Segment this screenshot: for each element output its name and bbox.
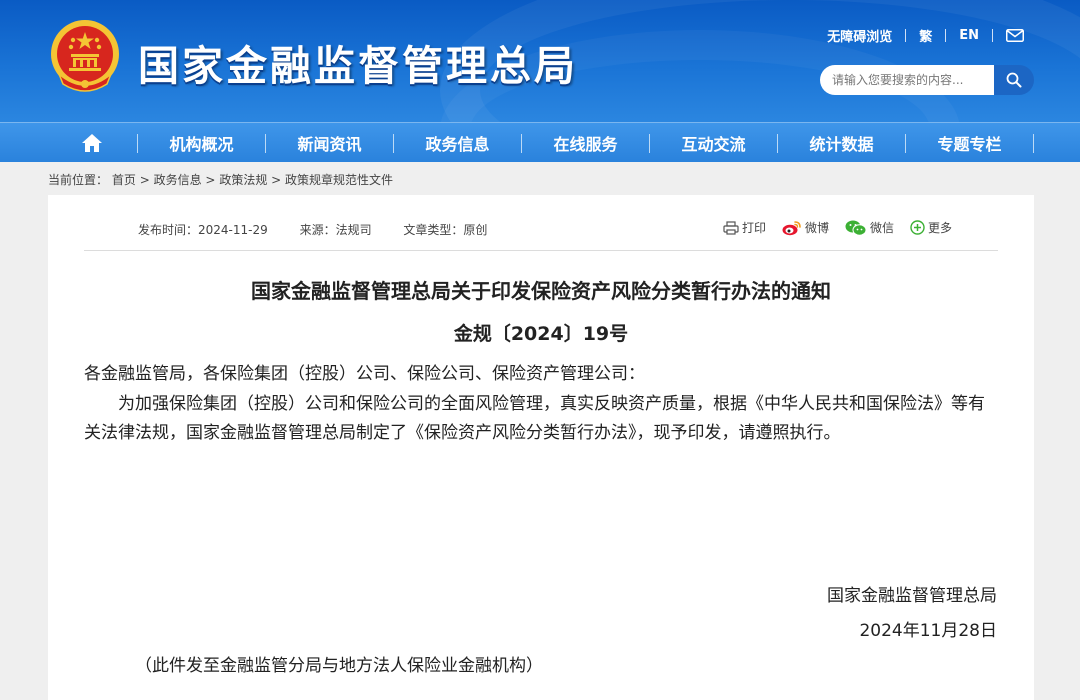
article-type: 文章类型：原创 (403, 223, 488, 237)
breadcrumb-current[interactable]: 政策规章规范性文件 (285, 173, 393, 187)
article-title: 国家金融监督管理总局关于印发保险资产风险分类暂行办法的通知 (251, 279, 831, 303)
divider (905, 28, 907, 42)
nav-item-government-info[interactable]: 政务信息 (394, 123, 521, 163)
more-label: 更多 (927, 221, 952, 235)
search-button[interactable] (994, 65, 1034, 95)
breadcrumb: 当前位置： 首页 > 政务信息 > 政策法规 > 政策规章规范性文件 (48, 171, 393, 188)
nav-divider (1033, 134, 1034, 153)
divider (945, 28, 947, 42)
plus-circle-icon (910, 220, 925, 235)
home-icon (82, 134, 102, 152)
nav-item-organization[interactable]: 机构概况 (138, 123, 265, 163)
signature-date: 2024年11月28日 (859, 621, 997, 641)
article-card: 发布时间：2024-11-29 来源：法规司 文章类型：原创 打印 微博 微信 … (48, 195, 1034, 700)
weibo-icon (782, 220, 801, 235)
nav-item-news[interactable]: 新闻资讯 (266, 123, 393, 163)
breadcrumb-separator: > (139, 173, 150, 187)
printer-icon (723, 220, 739, 235)
breadcrumb-separator: > (271, 173, 282, 187)
site-title[interactable]: 国家金融监督管理总局 (138, 32, 578, 92)
traditional-chinese-link[interactable]: 繁 (919, 26, 932, 45)
mail-icon[interactable] (1006, 28, 1024, 42)
nav-home[interactable] (62, 123, 122, 163)
divider (84, 250, 998, 251)
wechat-label: 微信 (869, 221, 894, 235)
publish-date: 发布时间：2024-11-29 (138, 223, 268, 237)
english-link[interactable]: EN (959, 28, 979, 43)
print-label: 打印 (741, 221, 766, 235)
share-weibo-button[interactable]: 微博 (782, 219, 829, 236)
share-toolbar: 打印 微博 微信 更多 (723, 219, 952, 236)
utility-links: 无障碍浏览 繁 EN (827, 26, 1024, 45)
national-emblem-icon[interactable] (49, 18, 121, 94)
breadcrumb-separator: > (205, 173, 216, 187)
nav-item-statistics[interactable]: 统计数据 (778, 123, 905, 163)
breadcrumb-label: 当前位置： (48, 173, 109, 187)
share-more-button[interactable]: 更多 (910, 219, 952, 236)
salutation: 各金融监管局，各保险集团（控股）公司、保险公司、保险资产管理公司： (84, 364, 645, 384)
body-paragraph: 为加强保险集团（控股）公司和保险公司的全面风险管理，真实反映资产质量，根据《中华… (84, 393, 985, 444)
signature-organization: 国家金融监督管理总局 (827, 586, 997, 606)
search-icon (1006, 72, 1022, 88)
main-nav: 机构概况 新闻资讯 政务信息 在线服务 互动交流 统计数据 专题专栏 (0, 122, 1080, 162)
wechat-icon (845, 220, 867, 236)
article-meta: 发布时间：2024-11-29 来源：法规司 文章类型：原创 (138, 221, 515, 238)
search-input[interactable] (820, 65, 994, 95)
breadcrumb-home[interactable]: 首页 (112, 173, 136, 187)
search-box (820, 65, 1034, 95)
print-button[interactable]: 打印 (723, 219, 766, 236)
weibo-label: 微博 (804, 221, 829, 235)
breadcrumb-government-info[interactable]: 政务信息 (154, 173, 202, 187)
breadcrumb-policy-regulations[interactable]: 政策法规 (219, 173, 267, 187)
nav-item-online-service[interactable]: 在线服务 (522, 123, 649, 163)
article-source: 来源：法规司 (299, 223, 372, 237)
divider (992, 28, 993, 42)
article-body: 各金融监管局，各保险集团（控股）公司、保险公司、保险资产管理公司： 为加强保险集… (84, 360, 998, 449)
share-wechat-button[interactable]: 微信 (845, 219, 894, 236)
document-number: 金规〔2024〕19号 (453, 323, 629, 345)
distribution-note: （此件发至金融监管分局与地方法人保险业金融机构） (135, 656, 543, 676)
site-header: 国家金融监督管理总局 无障碍浏览 繁 EN (0, 0, 1080, 122)
nav-item-special-topics[interactable]: 专题专栏 (906, 123, 1033, 163)
accessibility-link[interactable]: 无障碍浏览 (827, 26, 892, 45)
nav-item-interaction[interactable]: 互动交流 (650, 123, 777, 163)
